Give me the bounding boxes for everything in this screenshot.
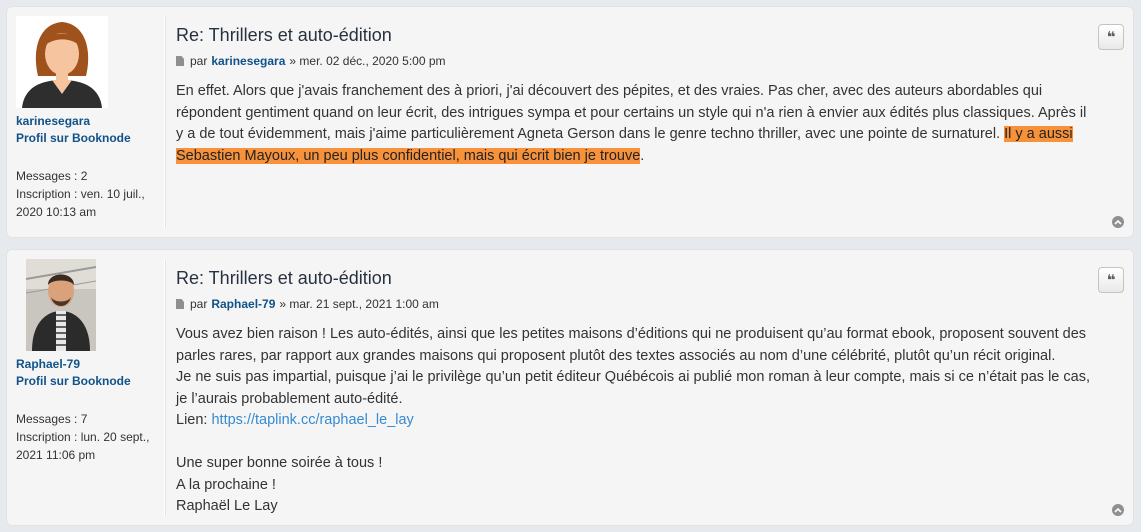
messages-label: Messages : bbox=[16, 169, 78, 183]
messages-stat: Messages : 7 bbox=[16, 410, 164, 428]
messages-value[interactable]: 7 bbox=[81, 412, 88, 426]
avatar[interactable] bbox=[16, 16, 108, 108]
back-to-top-button[interactable] bbox=[1112, 504, 1124, 516]
post-icon[interactable] bbox=[176, 299, 184, 309]
back-to-top-icon bbox=[1114, 507, 1122, 513]
post-content: En effet. Alors que j'avais franchement … bbox=[176, 81, 1094, 167]
post-title[interactable]: Re: Thrillers et auto-édition bbox=[176, 267, 1094, 289]
post-link-line: Lien: https://taplink.cc/raphael_le_lay bbox=[176, 410, 1094, 432]
post-date: » mar. 21 sept., 2021 1:00 am bbox=[279, 297, 439, 311]
by-label: par bbox=[190, 54, 208, 68]
post-paragraph: Une super bonne soirée à tous ! bbox=[176, 455, 383, 471]
post-icon[interactable] bbox=[176, 56, 184, 66]
back-to-top-button[interactable] bbox=[1112, 216, 1124, 228]
user-stats: Messages : 2 Inscription : ven. 10 juil.… bbox=[16, 167, 164, 221]
author-name[interactable]: Raphael-79 bbox=[211, 297, 275, 311]
joined-stat: Inscription : lun. 20 sept., 2021 11:06 … bbox=[16, 428, 164, 464]
post-signature: Raphaël Le Lay bbox=[176, 498, 278, 514]
quote-icon: ❝ bbox=[1106, 29, 1116, 46]
messages-stat: Messages : 2 bbox=[16, 167, 164, 185]
post-body: Re: Thrillers et auto-édition par karine… bbox=[176, 24, 1094, 167]
post-2: Raphael-79 Profil sur Booknode Messages … bbox=[6, 249, 1134, 526]
messages-label: Messages : bbox=[16, 412, 78, 426]
joined-label: Inscription : bbox=[16, 430, 78, 444]
post-author-line: par Raphael-79 » mar. 21 sept., 2021 1:0… bbox=[176, 297, 1094, 311]
joined-stat: Inscription : ven. 10 juil., 2020 10:13 … bbox=[16, 185, 164, 221]
post-paragraph: Vous avez bien raison ! Les auto-édités,… bbox=[176, 326, 1087, 364]
messages-value[interactable]: 2 bbox=[81, 169, 88, 183]
post-author-line: par karinesegara » mer. 02 déc., 2020 5:… bbox=[176, 54, 1094, 68]
avatar[interactable] bbox=[26, 259, 96, 351]
profile-link[interactable]: Profil sur Booknode bbox=[16, 374, 164, 388]
joined-label: Inscription : bbox=[16, 187, 78, 201]
profile-link[interactable]: Profil sur Booknode bbox=[16, 131, 164, 145]
post-title[interactable]: Re: Thrillers et auto-édition bbox=[176, 24, 1094, 46]
username[interactable]: Raphael-79 bbox=[16, 357, 164, 371]
user-stats: Messages : 7 Inscription : lun. 20 sept.… bbox=[16, 410, 164, 464]
by-label: par bbox=[190, 297, 208, 311]
post-text-end: . bbox=[640, 147, 645, 164]
author-name[interactable]: karinesegara bbox=[211, 54, 285, 68]
post-profile: Raphael-79 Profil sur Booknode Messages … bbox=[16, 259, 165, 516]
post-date: » mer. 02 déc., 2020 5:00 pm bbox=[289, 54, 446, 68]
quote-icon: ❝ bbox=[1106, 272, 1116, 289]
quote-button[interactable]: ❝ bbox=[1098, 24, 1124, 50]
link-label: Lien: bbox=[176, 412, 212, 428]
post-body: Re: Thrillers et auto-édition par Raphae… bbox=[176, 267, 1094, 518]
post-content: Vous avez bien raison ! Les auto-édités,… bbox=[176, 324, 1094, 518]
post-profile: karinesegara Profil sur Booknode Message… bbox=[16, 16, 165, 228]
post-paragraph: A la prochaine ! bbox=[176, 476, 276, 493]
post-text: En effet. Alors que j'avais franchement … bbox=[176, 83, 1087, 142]
post-paragraph: Je ne suis pas impartial, puisque j’ai l… bbox=[176, 369, 1090, 407]
post-1: karinesegara Profil sur Booknode Message… bbox=[6, 6, 1134, 238]
username[interactable]: karinesegara bbox=[16, 114, 164, 128]
post-link[interactable]: https://taplink.cc/raphael_le_lay bbox=[211, 412, 413, 428]
quote-button[interactable]: ❝ bbox=[1098, 267, 1124, 293]
back-to-top-icon bbox=[1114, 219, 1122, 225]
